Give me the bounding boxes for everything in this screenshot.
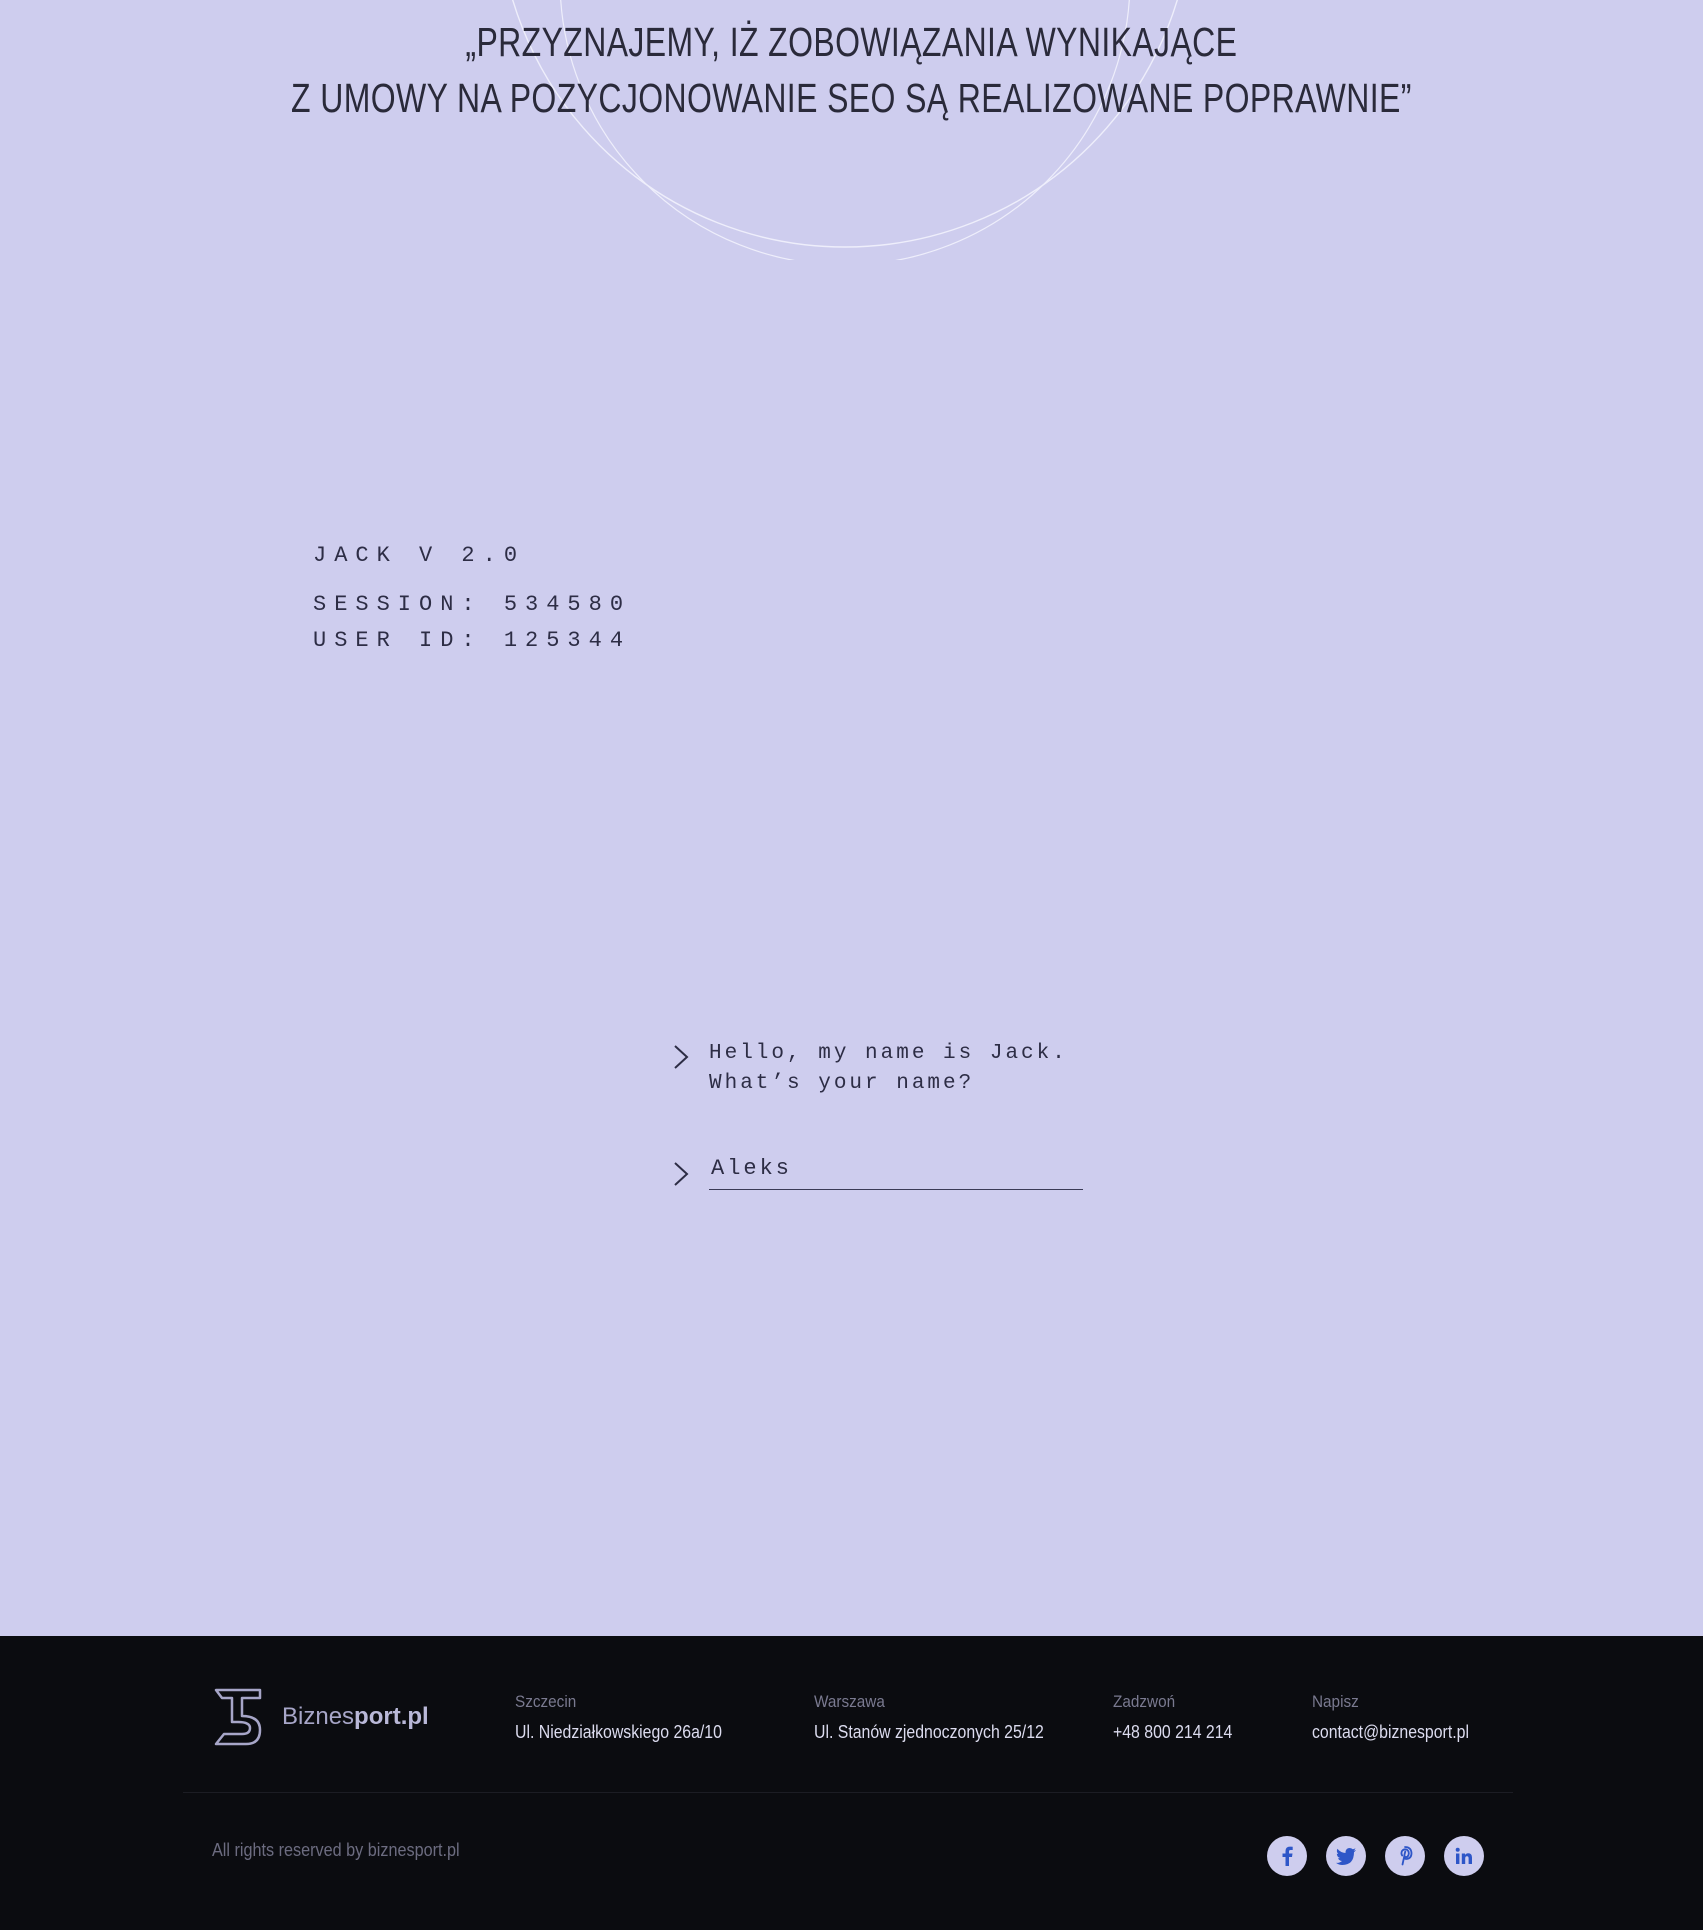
pinterest-button[interactable] — [1385, 1836, 1425, 1876]
twitter-icon — [1336, 1847, 1356, 1865]
chevron-right-icon — [674, 1162, 689, 1186]
contact-label: Zadzwoń — [1113, 1692, 1176, 1711]
brand-suffix: port.pl — [354, 1703, 429, 1730]
session-id: SESSION: 534580 — [313, 592, 632, 617]
copyright-text: All rights reserved by biznesport.pl — [212, 1840, 460, 1860]
user-id: USER ID: 125344 — [313, 628, 632, 653]
contact-value: Ul. Niedziałkowskiego 26a/10 — [515, 1722, 722, 1742]
twitter-button[interactable] — [1326, 1836, 1366, 1876]
chevron-right-icon — [674, 1045, 689, 1069]
footer-divider — [183, 1792, 1513, 1793]
logo[interactable]: Biznesport.pl — [212, 1686, 429, 1748]
page-headline: „PRZYZNAJEMY, IŻ ZOBOWIĄZANIA WYNIKAJĄCE… — [187, 14, 1515, 126]
bot-message-line-2: What’s your name? — [709, 1072, 975, 1095]
facebook-button[interactable] — [1267, 1836, 1307, 1876]
main-section: „PRZYZNAJEMY, IŻ ZOBOWIĄZANIA WYNIKAJĄCE… — [0, 0, 1703, 1636]
linkedin-icon — [1455, 1847, 1472, 1864]
name-input[interactable] — [709, 1148, 1083, 1190]
contact-label: Warszawa — [814, 1692, 885, 1711]
linkedin-button[interactable] — [1444, 1836, 1484, 1876]
brand-name: Biznesport.pl — [282, 1703, 429, 1731]
logo-icon — [214, 1688, 262, 1746]
contact-email[interactable]: Napisz contact@biznesport.pl — [1312, 1692, 1490, 1743]
footer: Biznesport.pl Szczecin Ul. Niedziałkowsk… — [0, 1636, 1703, 1930]
phone-link[interactable]: +48 800 214 214 — [1113, 1722, 1232, 1743]
contact-label: Napisz — [1312, 1692, 1359, 1711]
headline-line-1: „PRZYZNAJEMY, IŻ ZOBOWIĄZANIA WYNIKAJĄCE — [465, 19, 1238, 65]
bot-message-line-1: Hello, my name is Jack. — [709, 1042, 1068, 1065]
headline-line-2: Z UMOWY NA POZYCJONOWANIE SEO SĄ REALIZO… — [291, 75, 1412, 121]
contact-phone[interactable]: Zadzwoń +48 800 214 214 — [1113, 1692, 1249, 1743]
bot-message: Hello, my name is Jack. What’s your name… — [709, 1039, 1068, 1099]
email-link[interactable]: contact@biznesport.pl — [1312, 1722, 1469, 1743]
contact-label: Szczecin — [515, 1692, 577, 1711]
contact-value: Ul. Stanów zjednoczonych 25/12 — [814, 1722, 1044, 1742]
bot-version: JACK V 2.0 — [313, 543, 526, 568]
facebook-icon — [1282, 1846, 1293, 1866]
terminal-info: JACK V 2.0 SESSION: 534580 USER ID: 1253… — [313, 543, 631, 659]
contact-warszawa: Warszawa Ul. Stanów zjednoczonych 25/12 — [814, 1692, 1075, 1743]
brand-prefix: Biznes — [282, 1703, 355, 1730]
pinterest-icon — [1400, 1846, 1413, 1866]
contact-szczecin: Szczecin Ul. Niedziałkowskiego 26a/10 — [515, 1692, 750, 1743]
